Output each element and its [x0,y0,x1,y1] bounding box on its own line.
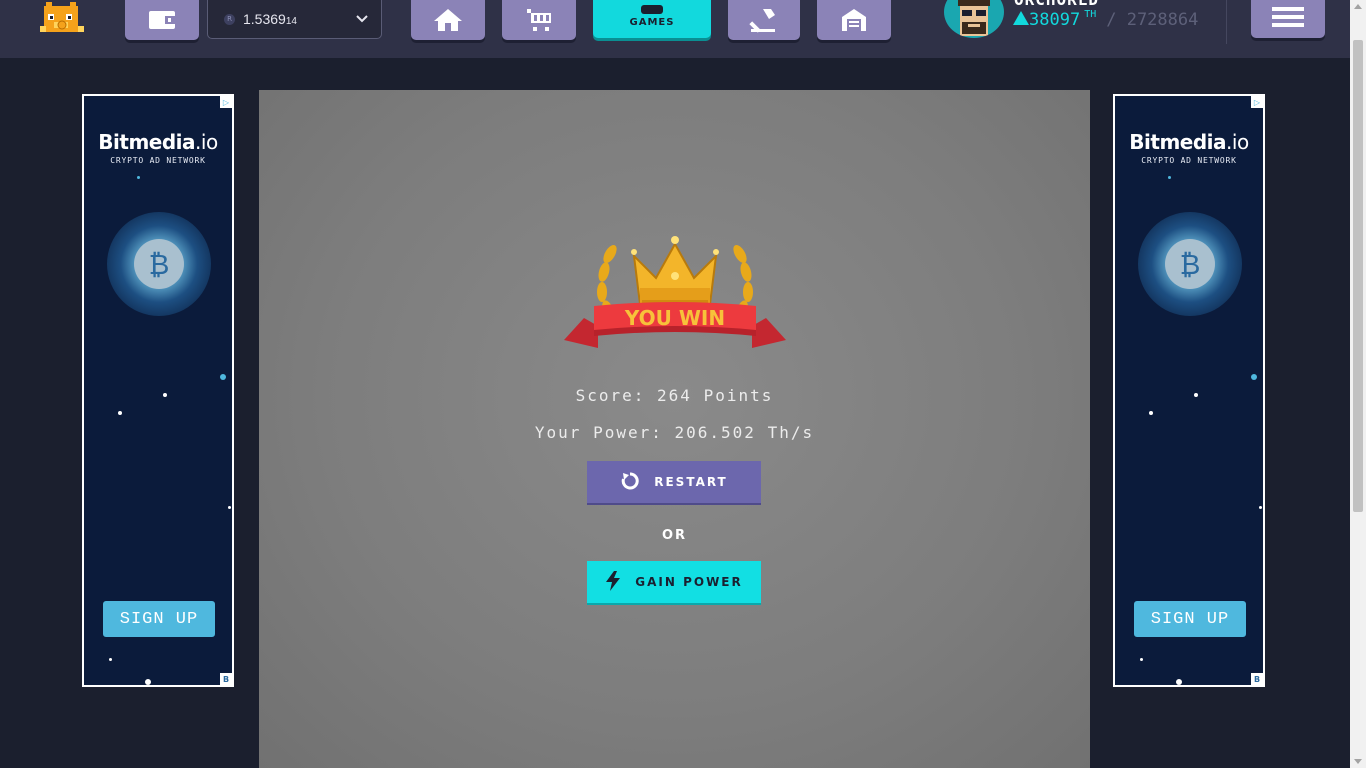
balance-value: 1.536914 [243,11,297,27]
star-dot [1140,658,1143,661]
star-dot [1194,393,1198,397]
restart-label: RESTART [654,475,728,489]
ad-tagline: CRYPTO AD NETWORK [1141,156,1237,165]
scroll-up-arrow-icon[interactable] [1354,4,1362,9]
chevron-down-icon [355,11,369,30]
star-dot [1168,176,1171,179]
garage-icon [838,7,870,33]
ad-signup-button[interactable]: SIGN UP [103,601,215,637]
bitcoin-coin-icon: ₿ [107,212,211,316]
balance-dropdown[interactable]: R 1.536914 [207,0,382,39]
or-separator: OR [661,528,688,543]
star-dot [163,393,167,397]
rlt-coin-icon: R [224,13,235,25]
ad-tagline: CRYPTO AD NETWORK [110,156,206,165]
wallet-icon [147,9,177,31]
score-text: Score: 264 Points [575,386,774,405]
star-dot [1149,411,1153,415]
ad-brand: Bitmedia.io [98,130,218,154]
network-power-total: / 2728864 [1106,10,1199,30]
power-text: Your Power: 206.502 Th/s [534,423,815,442]
bitcoin-coin-icon: ₿ [1138,212,1242,316]
hamburger-menu-icon [1272,6,1304,32]
game-result-panel: YOU WIN Score: 264 Points Your Power: 20… [259,90,1090,768]
rollercoin-logo[interactable] [38,0,86,38]
ad-signup-button[interactable]: SIGN UP [1134,601,1246,637]
gamepad-icon [637,5,667,17]
ad-brand: Bitmedia.io [1129,130,1249,154]
star-dot [109,658,112,661]
home-icon [432,7,464,33]
user-power-value: 38097 [1029,10,1081,30]
nav-divider [1226,0,1227,44]
star-dot [228,506,231,509]
nav-battle-button[interactable] [728,0,800,40]
adchoices-icon[interactable]: ▷ [1251,96,1263,108]
username: ORCHORLD [1014,0,1099,9]
star-dot [118,411,122,415]
user-power-unit: TH [1084,9,1097,20]
menu-button[interactable] [1251,0,1325,38]
star-dot [145,679,151,685]
scroll-down-arrow-icon[interactable] [1354,759,1362,764]
star-dot [1176,679,1182,685]
right-ad-banner[interactable]: ▷ Bitmedia.io CRYPTO AD NETWORK ₿ SIGN U… [1113,94,1265,687]
power-up-icon [1013,11,1029,25]
gain-power-label: GAIN POWER [635,575,743,589]
user-power: 38097 TH / 2728864 [1013,9,1199,30]
nav-games-label: GAMES [629,17,675,28]
page-scrollbar[interactable] [1350,0,1366,768]
adchoices-icon[interactable]: ▷ [220,96,232,108]
nav-market-button[interactable] [502,0,576,40]
cart-icon [523,7,555,33]
nav-home-button[interactable] [411,0,485,40]
bitmedia-badge-icon[interactable]: B [1251,673,1263,685]
restart-button[interactable]: RESTART [587,461,761,505]
gain-power-button[interactable]: GAIN POWER [587,561,761,605]
nav-rooms-button[interactable] [817,0,891,40]
wallet-button[interactable] [125,0,199,40]
star-dot [1259,506,1262,509]
left-ad-banner[interactable]: ▷ Bitmedia.io CRYPTO AD NETWORK ₿ SIGN U… [82,94,234,687]
top-nav-bar: R 1.536914 GAMES 38097 TH / 2728864 [0,0,1350,58]
hammer-icon [749,7,779,33]
lightning-icon [605,570,621,594]
you-win-badge: YOU WIN [564,226,786,352]
banner-text: YOU WIN [624,306,725,330]
bitmedia-badge-icon[interactable]: B [220,673,232,685]
star-dot [137,176,140,179]
user-avatar[interactable] [944,0,1004,38]
scrollbar-thumb[interactable] [1353,40,1363,512]
star-dot [1251,374,1257,380]
nav-games-button[interactable]: GAMES [593,0,711,38]
star-dot [220,374,226,380]
restart-icon [620,471,640,494]
